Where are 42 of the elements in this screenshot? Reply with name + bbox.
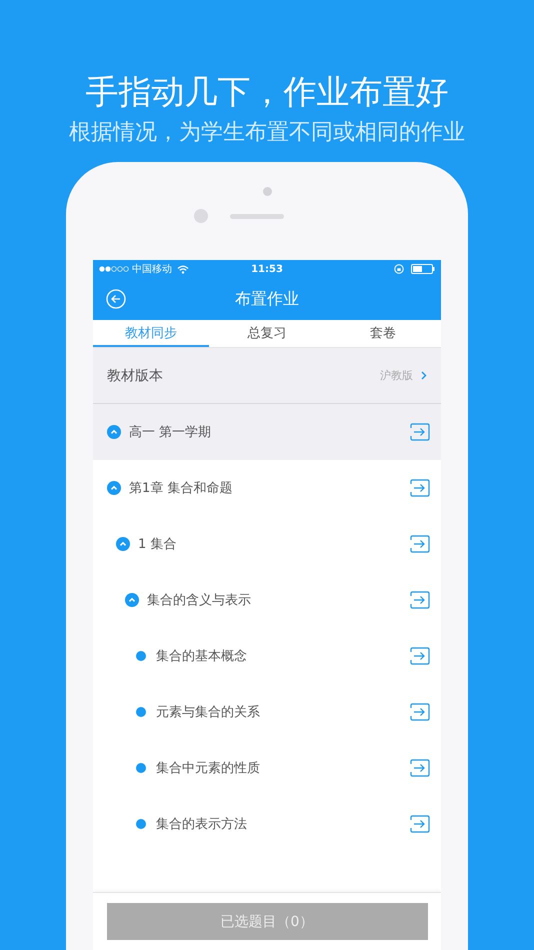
signal-icon (99, 266, 129, 272)
tree-label: 集合的基本概念 (156, 648, 247, 665)
tree-row[interactable]: 高一 第一学期 (93, 404, 441, 460)
enter-icon[interactable] (410, 703, 430, 721)
collapse-icon[interactable] (107, 481, 121, 495)
enter-icon[interactable] (410, 535, 430, 553)
tree-label: 集合中元素的性质 (156, 760, 260, 777)
speaker-icon (230, 214, 284, 218)
rotation-lock-icon (394, 264, 404, 274)
chevron-right-icon (421, 371, 427, 380)
bullet-icon (134, 817, 148, 831)
bullet-icon (134, 705, 148, 719)
tree-label: 第1章 集合和命题 (129, 480, 232, 497)
tree-label: 元素与集合的关系 (156, 704, 260, 721)
version-row[interactable]: 教材版本 沪教版 (93, 348, 441, 404)
battery-icon (411, 264, 435, 274)
camera-icon (194, 209, 208, 223)
row-label: 教材版本 (107, 366, 163, 384)
tree-label: 高一 第一学期 (129, 424, 212, 441)
tree-label: 集合的表示方法 (156, 816, 247, 833)
carrier-name: 中国移动 (132, 262, 172, 276)
enter-icon[interactable] (410, 815, 430, 833)
sensor-icon (262, 187, 272, 196)
enter-icon[interactable] (410, 647, 430, 665)
headline: 手指动几下，作业布置好 (86, 71, 448, 113)
subheadline: 根据情况，为学生布置不同或相同的作业 (69, 119, 465, 147)
status-time: 11:53 (250, 264, 284, 274)
tree-label: 1 集合 (138, 536, 176, 553)
nav-title: 布置作业 (235, 288, 299, 310)
bullet-icon (134, 649, 148, 663)
collapse-icon[interactable] (125, 593, 139, 607)
enter-icon[interactable] (410, 759, 430, 777)
bullet-icon (134, 761, 148, 775)
back-button[interactable] (106, 289, 126, 309)
collapse-icon[interactable] (107, 425, 121, 439)
enter-icon[interactable] (410, 423, 430, 441)
tree-label: 集合的含义与表示 (147, 592, 251, 609)
collapse-icon[interactable] (116, 537, 130, 551)
enter-icon[interactable] (410, 591, 430, 609)
wifi-icon (177, 264, 189, 274)
version-value: 沪教版 (380, 368, 413, 383)
enter-icon[interactable] (410, 479, 430, 497)
